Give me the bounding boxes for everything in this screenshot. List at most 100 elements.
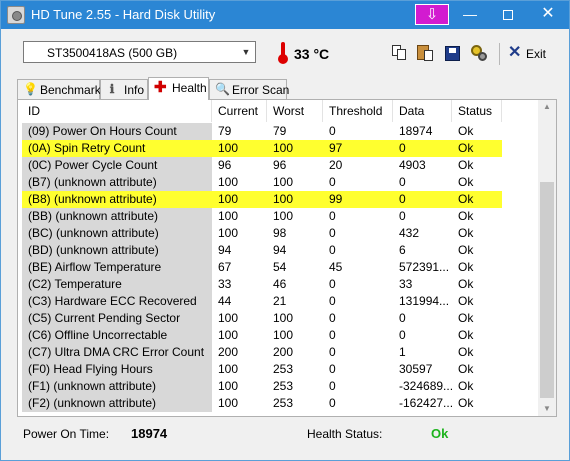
bulb-icon: 💡 (23, 82, 38, 96)
current-cell: 100 (218, 362, 239, 376)
copy-screenshot-button[interactable] (415, 43, 435, 63)
tab-info[interactable]: ℹ Info (100, 79, 148, 99)
power-on-time-label: Power On Time: (23, 427, 110, 441)
save-button[interactable] (442, 43, 462, 63)
column-header-worst[interactable]: Worst (267, 100, 323, 122)
download-icon[interactable]: ⇩ (415, 4, 449, 25)
worst-cell: 100 (267, 191, 323, 208)
scroll-down-arrow-icon[interactable]: ▼ (538, 402, 556, 416)
worst-cell: 100 (273, 175, 294, 189)
current-cell: 33 (218, 277, 232, 291)
copy-button[interactable] (389, 43, 409, 63)
vertical-scrollbar[interactable]: ▲ ▼ (538, 100, 556, 416)
tab-health[interactable]: ✚ Health (148, 77, 209, 100)
data-cell: -324689... (399, 379, 452, 393)
data-cell: 33 (399, 277, 413, 291)
status-footer: Power On Time: 18974 Health Status: Ok (1, 419, 569, 449)
current-cell: 96 (218, 158, 232, 172)
magnifier-icon: 🔍 (215, 82, 230, 96)
table-row[interactable]: (B8) (unknown attribute) 100 100 99 0 Ok (22, 191, 538, 208)
scrollbar-thumb[interactable] (540, 182, 554, 398)
floppy-disk-icon (445, 46, 460, 61)
threshold-cell: 0 (329, 345, 336, 359)
worst-cell: 96 (273, 158, 287, 172)
data-cell: 4903 (399, 158, 426, 172)
scroll-up-arrow-icon[interactable]: ▲ (538, 100, 556, 114)
app-window: HD Tune 2.55 - Hard Disk Utility ⇩ — ✕ S… (0, 0, 570, 461)
attribute-id-cell: (BE) Airflow Temperature (22, 259, 212, 276)
table-header: ID Current Worst Threshold Data Status (22, 100, 538, 122)
current-cell: 100 (218, 328, 239, 342)
data-cell: 0 (399, 175, 406, 189)
table-row[interactable]: (BC) (unknown attribute) 100 98 0 432 Ok (22, 225, 538, 242)
tab-benchmark[interactable]: 💡 Benchmark (17, 79, 101, 99)
table-row[interactable]: (C6) Offline Uncorrectable 100 100 0 0 Ok (22, 327, 538, 344)
minimize-button[interactable]: — (451, 1, 489, 29)
table-row[interactable]: (0A) Spin Retry Count 100 100 97 0 Ok (22, 140, 538, 157)
worst-cell: 253 (273, 362, 294, 376)
table-row[interactable]: (B7) (unknown attribute) 100 100 0 0 Ok (22, 174, 538, 191)
column-header-current[interactable]: Current (212, 100, 267, 122)
attribute-id-cell: (C7) Ultra DMA CRC Error Count (22, 344, 212, 361)
attribute-id-cell: (0C) Power Cycle Count (22, 157, 212, 174)
table-row[interactable]: (F1) (unknown attribute) 100 253 0 -324689..… (22, 378, 538, 395)
worst-cell: 46 (273, 277, 287, 291)
table-row[interactable]: (0C) Power Cycle Count 96 96 20 4903 Ok (22, 157, 538, 174)
table-row[interactable]: (C3) Hardware ECC Recovered 44 21 0 131994..… (22, 293, 538, 310)
status-cell: Ok (458, 362, 474, 376)
current-cell: 100 (218, 379, 239, 393)
exit-x-icon: ✕ (508, 44, 522, 61)
status-cell: Ok (458, 277, 474, 291)
current-cell: 94 (218, 243, 232, 257)
table-row[interactable]: (F2) (unknown attribute) 100 253 0 -162427..… (22, 395, 538, 412)
column-header-id[interactable]: ID (22, 100, 212, 122)
column-header-status[interactable]: Status (452, 100, 502, 122)
table-row[interactable]: (BB) (unknown attribute) 100 100 0 0 Ok (22, 208, 538, 225)
title-bar[interactable]: HD Tune 2.55 - Hard Disk Utility ⇩ — ✕ (1, 1, 569, 29)
status-cell: Ok (458, 175, 474, 189)
drive-select-value: ST3500418AS (500 GB) (47, 46, 178, 60)
threshold-cell: 0 (329, 209, 336, 223)
worst-cell: 100 (273, 328, 294, 342)
current-cell: 200 (218, 345, 239, 359)
table-row[interactable]: (F0) Head Flying Hours 100 253 0 30597 Ok (22, 361, 538, 378)
current-cell: 100 (212, 191, 267, 208)
worst-cell: 94 (273, 243, 287, 257)
health-status-label: Health Status: (307, 427, 383, 441)
table-row[interactable]: (C2) Temperature 33 46 0 33 Ok (22, 276, 538, 293)
current-cell: 100 (218, 175, 239, 189)
threshold-cell: 0 (329, 175, 336, 189)
drive-select[interactable]: ST3500418AS (500 GB) ▼ (23, 41, 256, 63)
data-cell: 0 (399, 209, 406, 223)
attribute-id-cell: (BC) (unknown attribute) (22, 225, 212, 242)
attribute-id-cell: (B7) (unknown attribute) (22, 174, 212, 191)
close-button[interactable]: ✕ (529, 1, 567, 29)
attribute-id-cell: (BD) (unknown attribute) (22, 242, 212, 259)
column-header-threshold[interactable]: Threshold (323, 100, 393, 122)
attribute-id-cell: (C5) Current Pending Sector (22, 310, 212, 327)
attribute-id-cell: (0A) Spin Retry Count (22, 140, 212, 157)
tab-error-scan[interactable]: 🔍 Error Scan (209, 79, 289, 99)
current-cell: 100 (218, 311, 239, 325)
hard-disk-app-icon (7, 6, 25, 24)
table-row[interactable]: (C5) Current Pending Sector 100 100 0 0 Ok (22, 310, 538, 327)
table-row[interactable]: (BE) Airflow Temperature 67 54 45 572391... O… (22, 259, 538, 276)
status-cell: Ok (458, 396, 474, 410)
table-row[interactable]: (BD) (unknown attribute) 94 94 0 6 Ok (22, 242, 538, 259)
threshold-cell: 0 (329, 277, 336, 291)
tab-benchmark-label: Benchmark (40, 83, 101, 97)
maximize-button[interactable] (489, 1, 527, 29)
data-cell: 131994... (399, 294, 450, 308)
status-cell: Ok (458, 260, 474, 274)
attribute-id-cell: (BB) (unknown attribute) (22, 208, 212, 225)
column-header-data[interactable]: Data (393, 100, 452, 122)
exit-button[interactable]: ✕ Exit (506, 44, 546, 63)
maximize-icon (503, 10, 513, 21)
options-button[interactable] (469, 43, 489, 63)
power-on-time-value: 18974 (131, 426, 168, 441)
status-cell: Ok (458, 124, 474, 138)
current-cell: 100 (212, 140, 267, 157)
data-cell: 572391... (399, 260, 450, 274)
table-row[interactable]: (C7) Ultra DMA CRC Error Count 200 200 0 1 Ok (22, 344, 538, 361)
table-row[interactable]: (09) Power On Hours Count 79 79 0 18974 Ok (22, 123, 538, 140)
